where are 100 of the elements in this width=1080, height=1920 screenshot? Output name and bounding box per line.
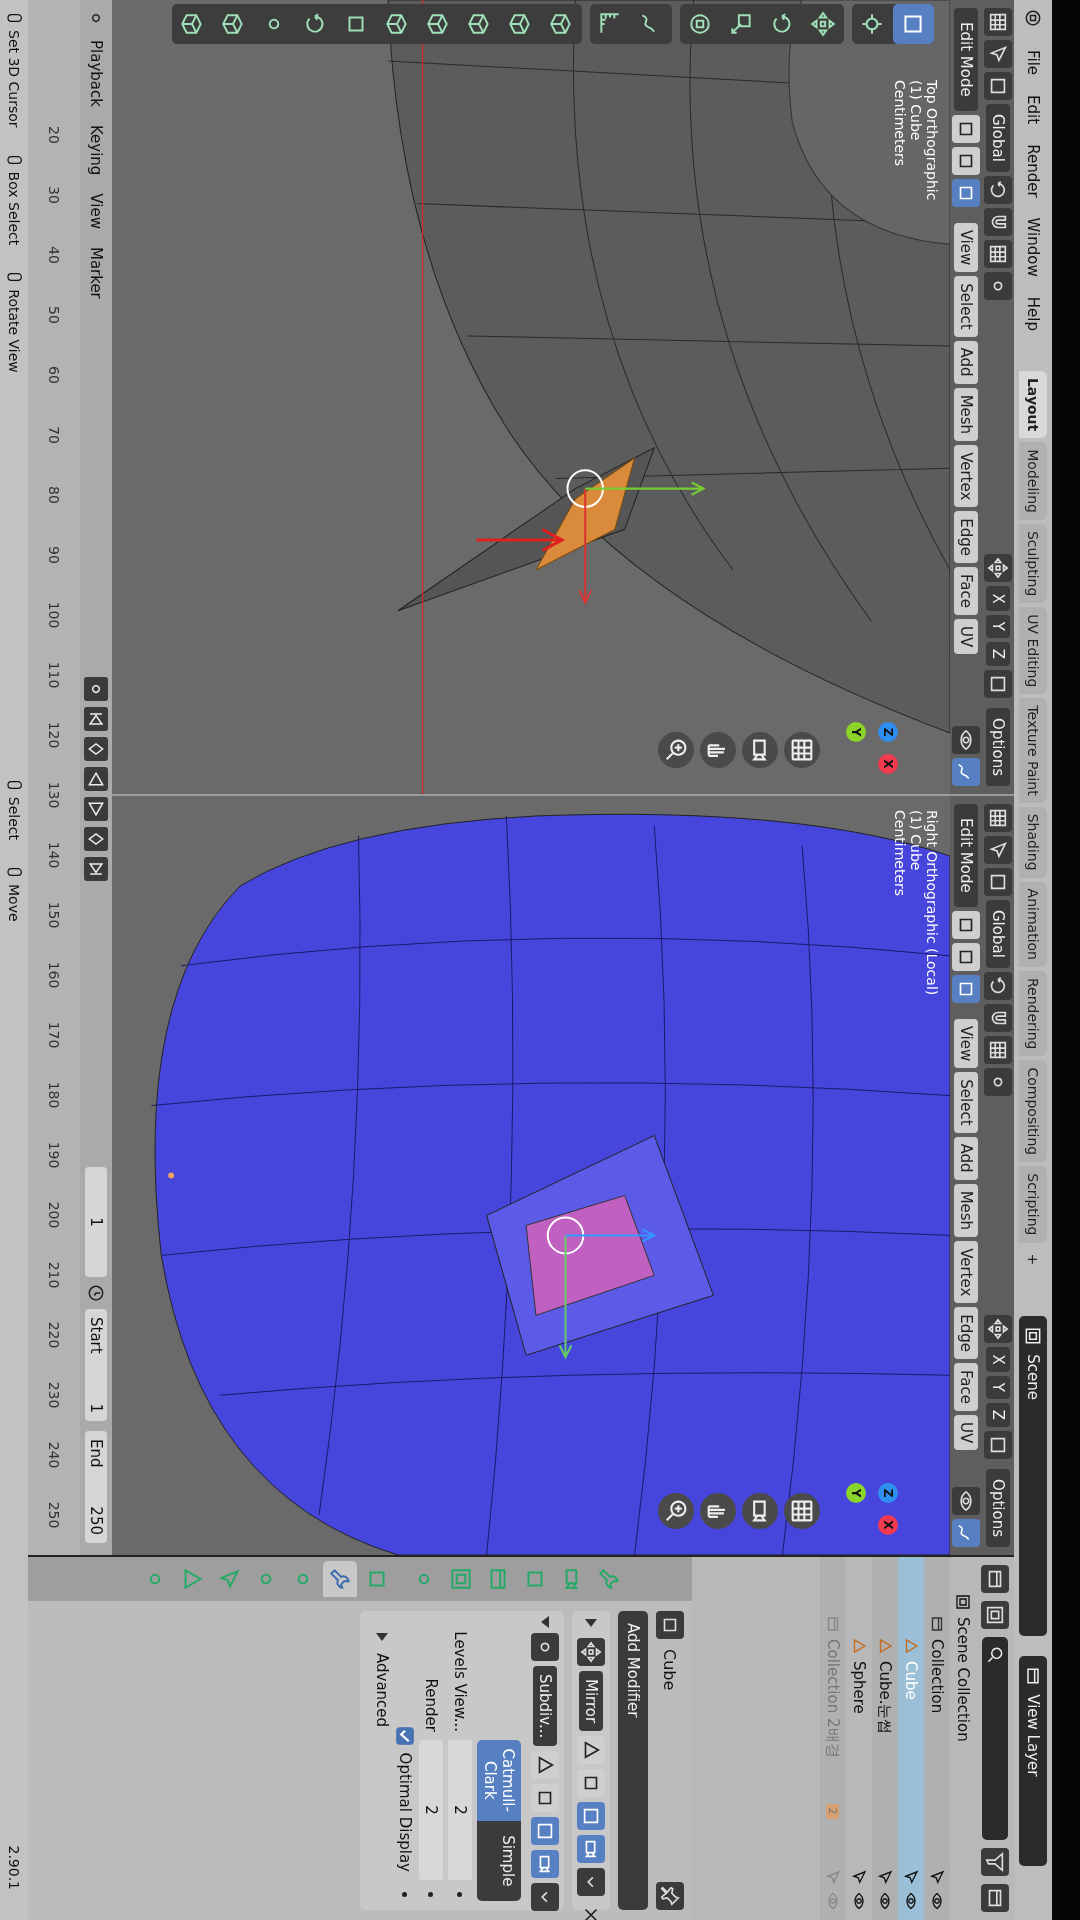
face-select-icon[interactable] [952,178,980,207]
search-field[interactable] [982,1637,1008,1840]
auto-merge-icon[interactable] [984,670,1012,699]
modifier-name-field[interactable]: Subdiv... [533,1666,557,1747]
add-modifier-dropdown[interactable]: Add Modifier [618,1611,648,1910]
grid-icon[interactable] [784,732,820,768]
selectable-icon[interactable] [850,1868,868,1886]
menu-item[interactable]: Add [954,340,978,384]
vertex-select-icon[interactable] [952,910,980,939]
current-frame-field[interactable]: 1 [85,1167,107,1277]
menu-item[interactable]: Select [954,276,978,337]
animate-dot-icon[interactable] [428,1892,434,1897]
workspace-tab[interactable]: Texture Paint [1019,698,1047,803]
selectable-icon[interactable] [902,1868,920,1886]
dropdown-icon[interactable] [577,1868,605,1897]
pivot-icon[interactable] [984,175,1012,204]
clock-icon[interactable] [86,1283,106,1303]
workspace-tab[interactable]: Layout [1019,370,1047,439]
workspace-tab[interactable]: Scripting [1019,1166,1047,1243]
zoom-icon[interactable] [658,732,694,768]
number-field[interactable]: 2 [448,1740,472,1880]
menu-item[interactable]: UV [954,619,978,655]
menu-item[interactable]: Mesh [954,387,978,442]
selectable-icon[interactable] [928,1868,946,1886]
start-frame-field[interactable]: Start 1 [85,1309,107,1421]
visibility-icon[interactable] [952,1487,980,1515]
options-dropdown[interactable]: Options [986,1469,1010,1547]
edge-select-icon[interactable] [952,146,980,175]
workspace-tab[interactable]: Shading [1019,806,1047,878]
menu-item[interactable]: Keying [85,118,107,182]
mode-dropdown[interactable]: Edit Mode [954,804,978,907]
view-layer-icon[interactable] [981,1601,1009,1629]
mode-dropdown[interactable]: Edit Mode [954,8,978,111]
scene-selector[interactable]: Scene [1019,1316,1047,1637]
animate-dot-icon[interactable] [457,1892,463,1897]
gizmo-toggle-icon[interactable] [952,758,980,786]
outliner-item[interactable]: Scene Collection [954,1617,972,1742]
menu-item[interactable]: Window [1021,209,1045,285]
prev-keyframe-icon[interactable] [84,736,108,761]
mirror-axis-toggle[interactable]: Z [986,1402,1010,1428]
outliner-item[interactable]: Collection [928,1639,946,1714]
menu-item[interactable]: Vertex [954,445,978,508]
face-select-icon[interactable] [952,974,980,1003]
menu-item[interactable]: Marker [85,240,107,305]
selection-mode-icon[interactable] [984,72,1012,100]
hand-icon[interactable] [700,732,736,768]
dropdown-icon[interactable] [531,1883,559,1912]
menu-item[interactable]: Mesh [954,1183,978,1238]
menu-item[interactable]: Playback [85,34,107,113]
auto-merge-icon[interactable] [984,1431,1012,1460]
pivot-icon[interactable] [984,971,1012,1000]
snap-grid-icon[interactable] [984,1035,1012,1064]
checkbox[interactable] [396,1726,414,1745]
display-mode-icon[interactable] [981,1565,1009,1593]
z-axis-handle[interactable]: Z [878,722,898,742]
menu-item[interactable]: Vertex [954,1241,978,1304]
x-axis-handle[interactable]: X [878,754,898,774]
editor-type-icon[interactable] [984,8,1012,36]
menu-item[interactable]: Render [1021,136,1045,206]
menu-item[interactable]: Edge [954,511,978,564]
menu-item[interactable]: View [85,187,107,235]
menu-item[interactable]: Select [954,1072,978,1133]
jump-start-icon[interactable] [84,706,108,731]
active-tool-icon[interactable] [984,836,1012,864]
menu-item[interactable]: View [954,1018,978,1069]
menu-item[interactable]: Face [954,567,978,615]
animate-dot-icon[interactable] [402,1892,408,1897]
menu-item[interactable]: View [954,222,978,273]
workspace-tab[interactable]: Animation [1019,881,1047,967]
snap-grid-icon[interactable] [984,239,1012,268]
menu-item[interactable]: Face [954,1363,978,1411]
subdivision-type-tab[interactable]: Simple [477,1820,521,1901]
options-dropdown[interactable]: Options [986,708,1010,786]
y-axis-handle[interactable]: Y [846,722,866,742]
view-layer-selector[interactable]: View Layer [1019,1656,1047,1867]
end-frame-field[interactable]: End 250 [85,1431,107,1543]
mirror-axis-toggle[interactable]: Z [986,641,1010,667]
selection-mode-icon[interactable] [984,868,1012,896]
workspace-tab[interactable]: Modeling [1019,442,1047,520]
camera-icon[interactable] [742,732,778,768]
selectable-icon[interactable] [876,1868,894,1886]
vertex-select-icon[interactable] [952,114,980,143]
magnet-icon[interactable] [984,1003,1012,1032]
outliner-item[interactable]: Sphere [850,1661,868,1714]
subdivision-type-tab[interactable]: Catmull-Clark [477,1740,521,1821]
mirror-axis-toggle[interactable]: X [986,1347,1010,1372]
subpanel-header[interactable]: Advanced [373,1653,391,1728]
filter-icon[interactable] [981,1848,1009,1876]
workspace-tab[interactable]: UV Editing [1019,607,1047,695]
gizmo-toggle-icon[interactable] [952,1519,980,1547]
wrench-icon[interactable] [323,1561,357,1597]
magnet-icon[interactable] [984,207,1012,236]
editor-type-icon[interactable] [984,804,1012,832]
logo-icon[interactable] [1023,8,1043,28]
modifier-name-field[interactable]: Mirror [579,1671,603,1732]
mirror-axis-toggle[interactable]: Y [986,1375,1010,1399]
select-box-icon[interactable] [893,4,934,44]
viewport-display-icon[interactable] [531,1817,559,1846]
add-workspace-button[interactable]: + [1019,1246,1047,1273]
workspace-tab[interactable]: Rendering [1019,971,1047,1057]
